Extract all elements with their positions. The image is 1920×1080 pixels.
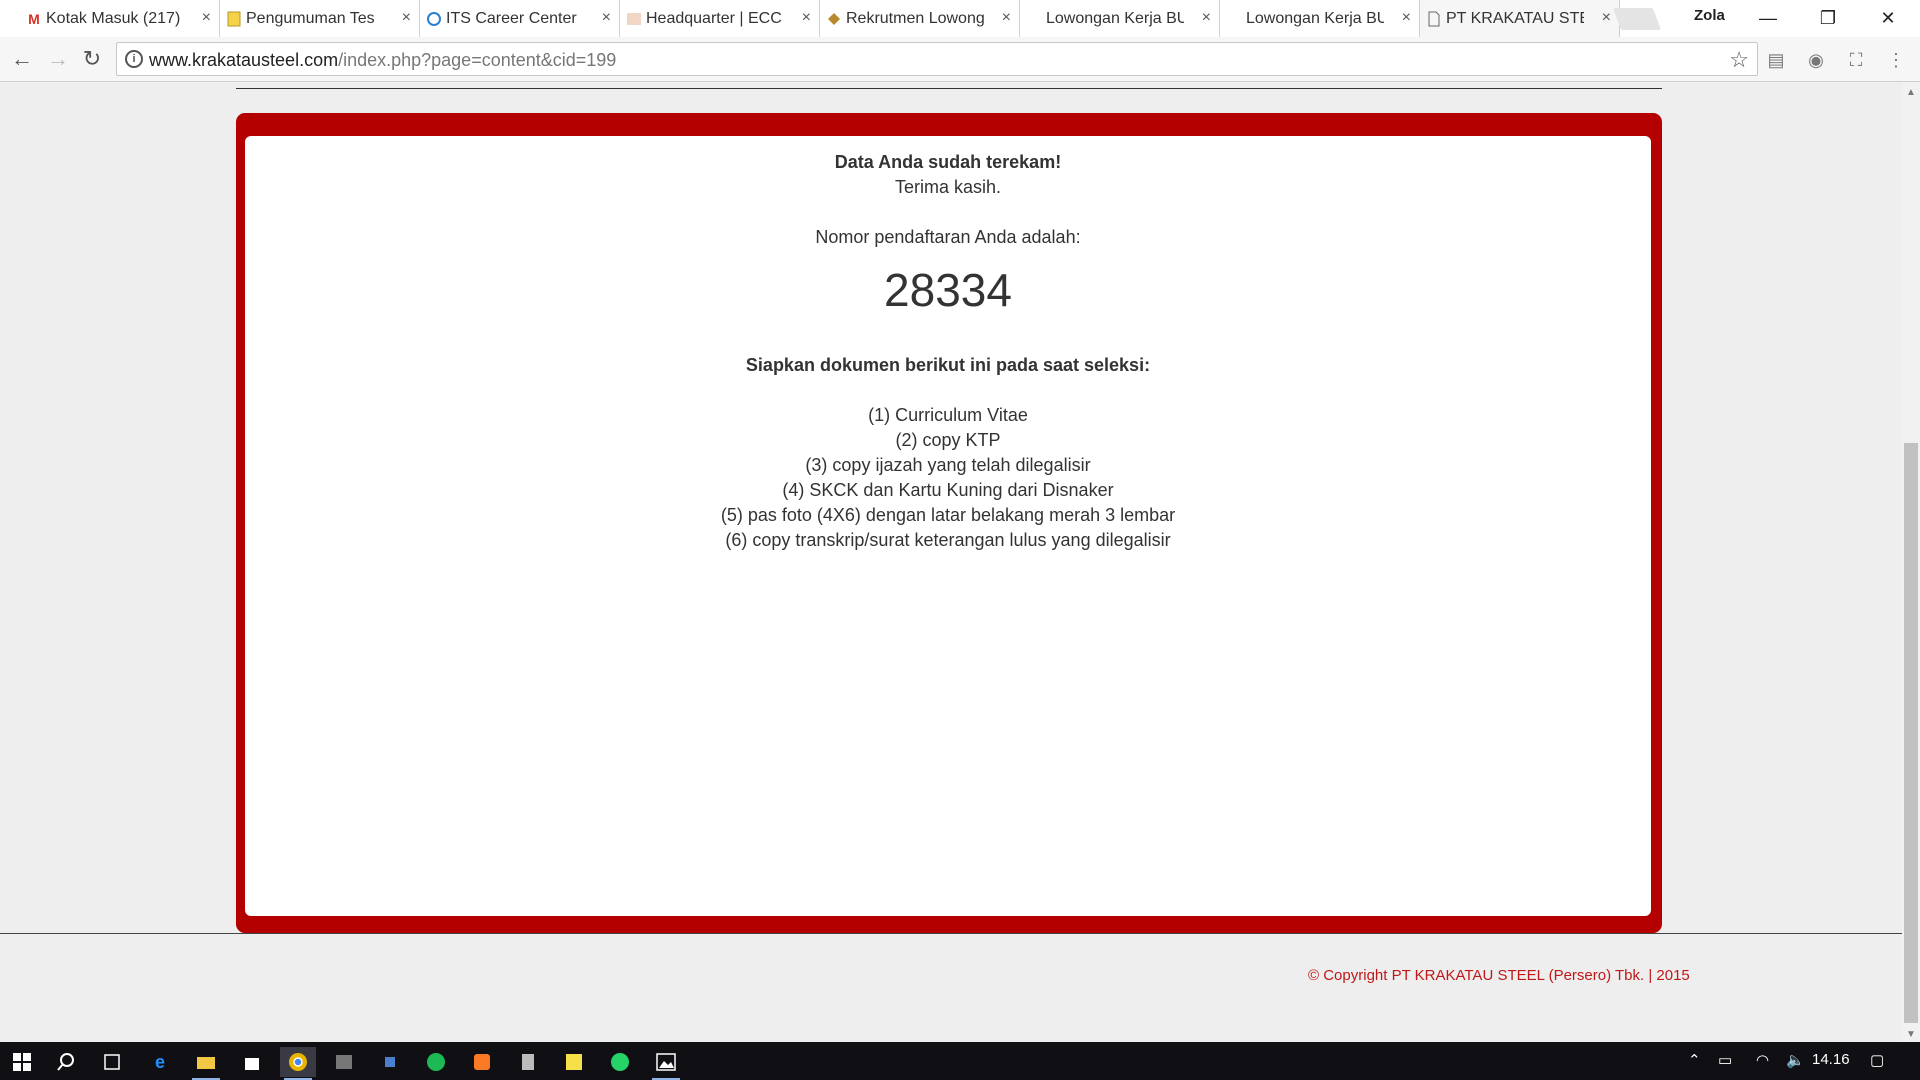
close-icon[interactable]: × (1002, 9, 1011, 27)
scrollbar-thumb[interactable] (1904, 443, 1918, 1023)
new-tab-button[interactable] (1612, 8, 1662, 30)
page-icon (1425, 10, 1443, 28)
scroll-up-icon[interactable]: ▲ (1906, 87, 1916, 98)
minimize-icon[interactable]: — (1740, 4, 1796, 32)
scroll-down-icon[interactable]: ▼ (1906, 1029, 1916, 1040)
edge-icon[interactable]: e (142, 1047, 178, 1077)
its-icon (425, 10, 443, 28)
volume-icon[interactable]: 🔈 (1786, 1051, 1805, 1069)
battery-icon[interactable]: ▭ (1718, 1051, 1732, 1069)
close-icon[interactable]: × (202, 9, 211, 27)
tab-title: Lowongan Kerja BUMN (1046, 9, 1184, 27)
task-view-icon[interactable] (94, 1047, 130, 1077)
info-icon[interactable]: i (125, 50, 143, 68)
menu-icon[interactable]: ⋮ (1884, 48, 1908, 72)
file-explorer-icon[interactable] (188, 1047, 224, 1080)
forward-icon[interactable]: → (44, 46, 72, 74)
photos-icon[interactable] (648, 1047, 684, 1080)
garuda-icon (825, 10, 843, 28)
page-viewport: Data Anda sudah terekam! Terima kasih. N… (0, 83, 1902, 1042)
xampp-icon[interactable] (464, 1047, 500, 1077)
pdf-extension-icon[interactable]: ▤ (1764, 48, 1788, 72)
document-item: (4) SKCK dan Kartu Kuning dari Disnaker (782, 480, 1114, 500)
network-tool-icon[interactable] (372, 1047, 408, 1077)
copyright-text: © Copyright PT KRAKATAU STEEL (Persero) … (1308, 967, 1690, 984)
recorded-message: Data Anda sudah terekam! (834, 152, 1062, 172)
windows-start-icon[interactable] (4, 1047, 40, 1077)
close-icon[interactable]: × (402, 9, 411, 27)
extension-icon[interactable]: ◉ (1804, 48, 1828, 72)
document-item: (3) copy ijazah yang telah dilegalisir (805, 455, 1091, 475)
tab-title: PT KRAKATAU STEEL (1446, 9, 1584, 27)
store-icon[interactable] (234, 1047, 270, 1077)
bookmark-star-icon[interactable]: ☆ (1729, 47, 1749, 73)
registration-label: Nomor pendaftaran Anda adalah: (815, 227, 1081, 247)
editor-icon[interactable] (510, 1047, 546, 1077)
tab-title: Headquarter | ECC (646, 9, 782, 27)
windows-taskbar: e ⌃ ▭ ◠ 🔈 14.16 ▢ (0, 1042, 1920, 1080)
chevron-up-icon[interactable]: ⌃ (1688, 1051, 1701, 1069)
document-icon (225, 10, 243, 28)
application-icon[interactable] (326, 1047, 362, 1077)
tab-gmail[interactable]: M Kotak Masuk (217) × (20, 0, 220, 37)
registration-number: 28334 (884, 264, 1012, 316)
close-icon[interactable]: × (1602, 9, 1611, 27)
cast-icon[interactable]: ⛶ (1844, 48, 1868, 72)
tab-pengumuman[interactable]: Pengumuman Tes × (220, 0, 420, 37)
close-icon[interactable]: × (602, 9, 611, 27)
footer-divider (0, 933, 1902, 934)
close-window-icon[interactable]: ✕ (1860, 4, 1916, 32)
action-center-icon[interactable]: ▢ (1870, 1051, 1884, 1069)
whatsapp-icon[interactable] (602, 1047, 638, 1077)
url-text: www.krakatausteel.com/index.php?page=con… (149, 50, 617, 70)
header-divider (236, 88, 1662, 89)
ecc-icon (625, 10, 643, 28)
tab-title: Rekrutmen Lowongan (846, 9, 984, 27)
tab-lowongan-2[interactable]: Lowongan Kerja BUMN × (1220, 0, 1420, 37)
document-item: (5) pas foto (4X6) dengan latar belakang… (720, 505, 1176, 525)
tab-title: Kotak Masuk (217) (46, 9, 181, 27)
sticky-notes-icon[interactable] (556, 1047, 592, 1077)
content-panel: Data Anda sudah terekam! Terima kasih. N… (245, 136, 1651, 916)
content-frame: Data Anda sudah terekam! Terima kasih. N… (236, 113, 1662, 933)
tab-title: Lowongan Kerja BUMN (1246, 9, 1384, 27)
tab-strip: M Kotak Masuk (217) × Pengumuman Tes × I… (0, 0, 1920, 37)
profile-name[interactable]: Zola (1694, 7, 1725, 24)
tab-rekrutmen[interactable]: Rekrutmen Lowongan × (820, 0, 1020, 37)
tab-ecc[interactable]: Headquarter | ECC × (620, 0, 820, 37)
tab-krakatau-steel[interactable]: PT KRAKATAU STEEL × (1420, 0, 1620, 37)
address-bar[interactable]: i www.krakatausteel.com/index.php?page=c… (116, 42, 1758, 76)
gmail-icon: M (28, 11, 40, 27)
tab-title: ITS Career Center (446, 9, 577, 27)
browser-toolbar: ← → ↻ i www.krakatausteel.com/index.php?… (0, 37, 1920, 82)
tab-its-career[interactable]: ITS Career Center × (420, 0, 620, 37)
close-icon[interactable]: × (1402, 9, 1411, 27)
document-item: (6) copy transkrip/surat keterangan lulu… (725, 530, 1171, 550)
tab-lowongan-1[interactable]: Lowongan Kerja BUMN × (1020, 0, 1220, 37)
documents-heading: Siapkan dokumen berikut ini pada saat se… (745, 355, 1151, 375)
clock[interactable]: 14.16 (1812, 1051, 1850, 1068)
close-icon[interactable]: × (1202, 9, 1211, 27)
tab-title: Pengumuman Tes (246, 9, 375, 27)
reload-icon[interactable]: ↻ (78, 46, 106, 74)
chrome-icon[interactable] (280, 1047, 316, 1080)
close-icon[interactable]: × (802, 9, 811, 27)
search-icon[interactable] (48, 1047, 84, 1077)
document-item: (2) copy KTP (895, 430, 1001, 450)
spotify-icon[interactable] (418, 1047, 454, 1077)
back-icon[interactable]: ← (8, 46, 36, 74)
restore-icon[interactable]: ❐ (1800, 4, 1856, 32)
document-item: (1) Curriculum Vitae (868, 405, 1028, 425)
wifi-icon[interactable]: ◠ (1756, 1051, 1769, 1069)
page-scrollbar[interactable]: ▲ ▼ (1902, 83, 1920, 1042)
thanks-message: Terima kasih. (894, 177, 1002, 197)
